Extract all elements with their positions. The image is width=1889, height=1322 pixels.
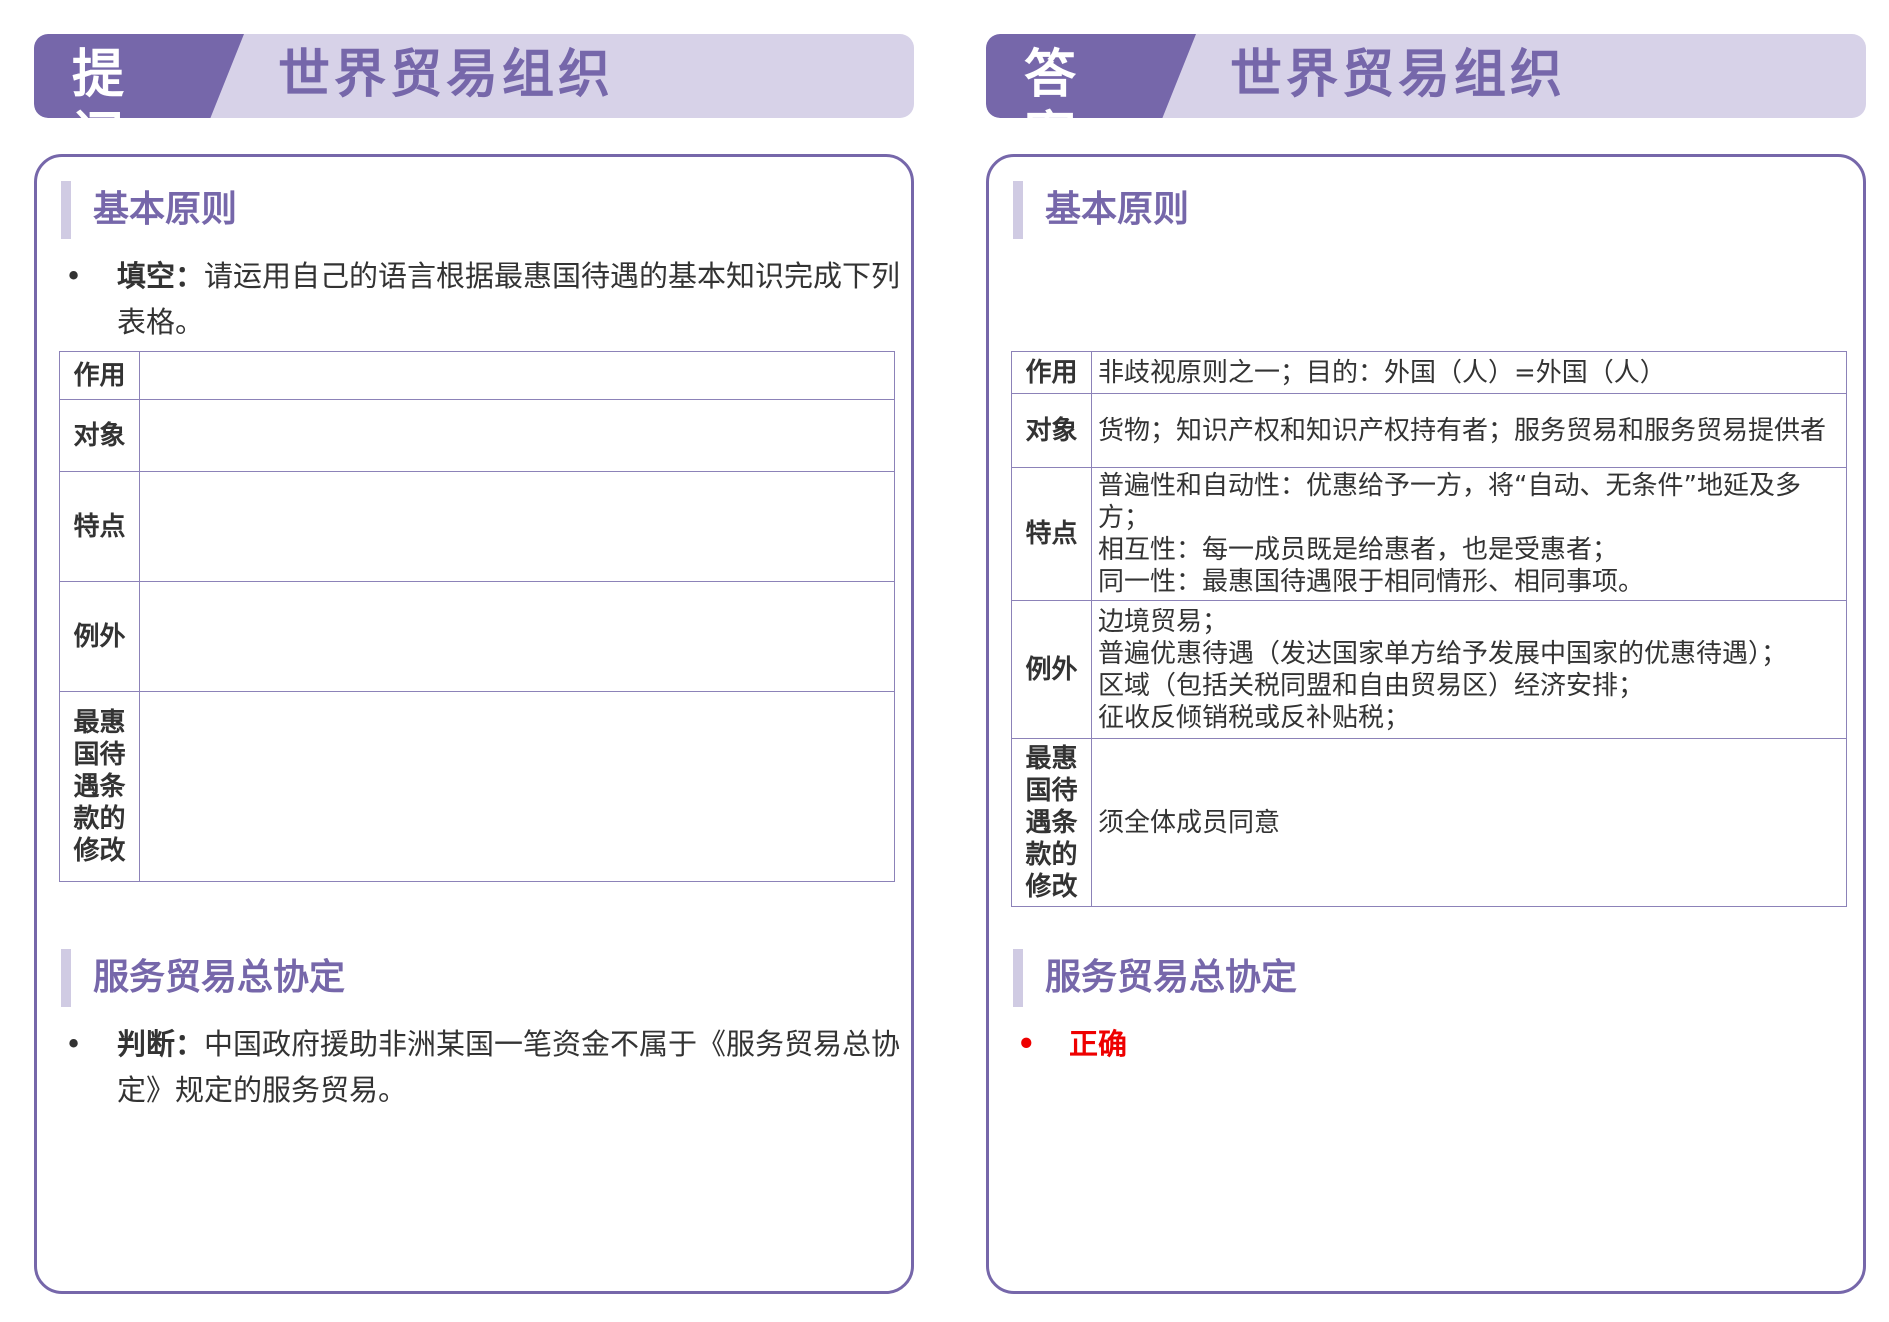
row-value: 须全体成员同意 [1091,738,1847,907]
judgement-label: 判断： [117,1027,205,1061]
table-row: 特点 普遍性和自动性：优惠给予一方，将“自动、无条件”地延及多方； 相互性：每一… [1011,467,1847,601]
row-value-blank [139,581,895,692]
row-value: 普遍性和自动性：优惠给予一方，将“自动、无条件”地延及多方； 相互性：每一成员既… [1091,467,1847,601]
fill-in-text: 请运用自己的语言根据最惠国待遇的基本知识完成下列表格。 [117,259,901,339]
bullet-dot: • [65,1027,83,1061]
answer-tag: 答 案 [986,34,1196,118]
answer-column: 答 案 世界贸易组织 基本原则 作用 非歧视原则之一；目的：外国（人）=外国（人… [986,0,1866,1322]
row-value-blank [139,399,895,472]
row-value: 边境贸易； 普遍优惠待遇（发达国家单方给予发展中国家的优惠待遇）； 区域（包括关… [1091,600,1847,739]
row-key: 特点 [59,471,140,582]
fill-in-instruction: • 填空：请运用自己的语言根据最惠国待遇的基本知识完成下列表格。 [65,253,901,345]
row-key: 例外 [59,581,140,692]
bullet-dot: • [1017,1027,1036,1061]
answer-tag-label: 答 案 [1024,45,1101,118]
table-row: 作用 非歧视原则之一；目的：外国（人）=外国（人） [1011,351,1847,394]
section-heading-gats: 服务贸易总协定 [1013,949,1297,1007]
bullet-dot: • [65,259,83,293]
judgement-question: • 判断：中国政府援助非洲某国一笔资金不属于《服务贸易总协定》规定的服务贸易。 [65,1021,901,1113]
row-key: 例外 [1011,600,1092,739]
question-card: 基本原则 • 填空：请运用自己的语言根据最惠国待遇的基本知识完成下列表格。 作用… [34,154,914,1294]
answer-card: 基本原则 作用 非歧视原则之一；目的：外国（人）=外国（人） 对象 货物；知识产… [986,154,1866,1294]
question-table: 作用 对象 特点 例外 最惠国待遇条款的修改 [59,351,895,882]
fill-in-label: 填空： [117,259,205,293]
section-heading-basic-principles: 基本原则 [1013,181,1189,239]
table-row: 特点 [59,471,895,582]
table-row: 最惠国待遇条款的修改 须全体成员同意 [1011,738,1847,907]
row-value-blank [139,471,895,582]
judgement-answer: • 正确 [1017,1021,1853,1067]
question-banner: 提 问 世界贸易组织 [34,34,914,118]
table-row: 作用 [59,351,895,400]
row-value-blank [139,351,895,400]
table-row: 最惠国待遇条款的修改 [59,691,895,882]
row-key: 作用 [59,351,140,400]
row-key: 对象 [1011,393,1092,468]
answer-text: 正确 [1069,1027,1128,1061]
table-row: 例外 边境贸易； 普遍优惠待遇（发达国家单方给予发展中国家的优惠待遇）； 区域（… [1011,600,1847,739]
row-key: 最惠国待遇条款的修改 [59,691,140,882]
question-title: 世界贸易组织 [278,45,615,105]
row-key: 最惠国待遇条款的修改 [1011,738,1092,907]
judgement-text: 中国政府援助非洲某国一笔资金不属于《服务贸易总协定》规定的服务贸易。 [117,1027,901,1107]
section-heading-gats: 服务贸易总协定 [61,949,345,1007]
question-column: 提 问 世界贸易组织 基本原则 • 填空：请运用自己的语言根据最惠国待遇的基本知… [34,0,914,1322]
table-row: 例外 [59,581,895,692]
row-value: 非歧视原则之一；目的：外国（人）=外国（人） [1091,351,1847,394]
row-key: 特点 [1011,467,1092,601]
row-key: 作用 [1011,351,1092,394]
table-row: 对象 货物；知识产权和知识产权持有者；服务贸易和服务贸易提供者 [1011,393,1847,468]
answer-title: 世界贸易组织 [1230,45,1567,105]
answer-table: 作用 非歧视原则之一；目的：外国（人）=外国（人） 对象 货物；知识产权和知识产… [1011,351,1847,907]
section-heading-basic-principles: 基本原则 [61,181,237,239]
row-value: 货物；知识产权和知识产权持有者；服务贸易和服务贸易提供者 [1091,393,1847,468]
table-row: 对象 [59,399,895,472]
question-tag-label: 提 问 [72,45,149,118]
question-tag: 提 问 [34,34,244,118]
worksheet-page: 提 问 世界贸易组织 基本原则 • 填空：请运用自己的语言根据最惠国待遇的基本知… [0,0,1889,1322]
answer-banner: 答 案 世界贸易组织 [986,34,1866,118]
row-key: 对象 [59,399,140,472]
row-value-blank [139,691,895,882]
